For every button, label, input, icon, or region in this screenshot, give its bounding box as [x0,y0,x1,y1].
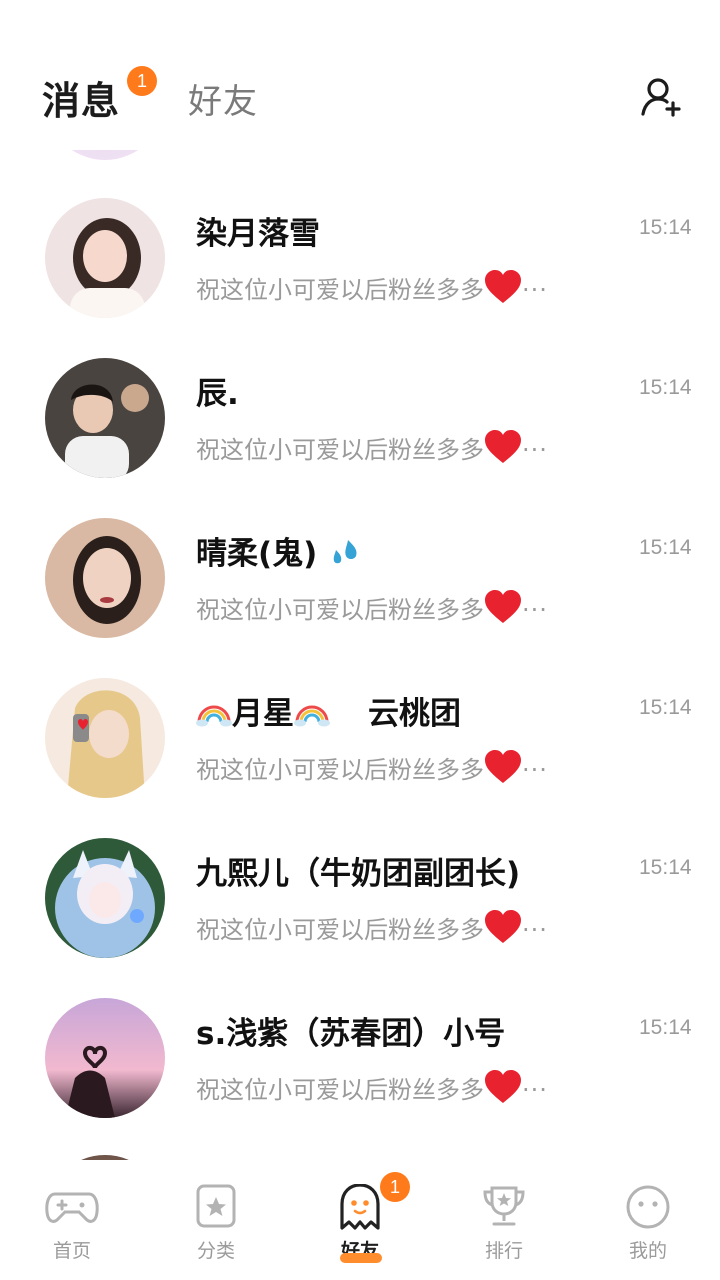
contact-name: 晴柔(鬼) [196,528,360,573]
message-time: 15:14 [639,216,692,239]
preview-ellipsis: ··· [522,436,548,464]
red-heart-icon [485,750,521,783]
nav-me[interactable]: 我的 [593,1184,703,1263]
ghost-icon [340,1184,380,1230]
avatar [45,998,165,1118]
message-time: 15:14 [639,536,692,559]
contact-name: 月星 云桃团 [196,688,461,733]
conversation-item[interactable]: s.浅紫（苏春团）小号 15:14 祝这位小可爱以后粉丝多多 ··· [0,950,720,1118]
message-time: 15:14 [639,1016,692,1039]
message-preview: 祝这位小可爱以后粉丝多多 ··· [196,910,548,945]
preview-ellipsis: ··· [522,276,548,304]
red-heart-icon [485,270,521,303]
contact-name: 辰. [196,376,239,412]
message-preview: 祝这位小可爱以后粉丝多多 ··· [196,1070,548,1105]
conversation-list[interactable]: 染月落雪 15:14 祝这位小可爱以后粉丝多多 ··· 辰. 15:14 祝这位小… [0,150,720,1160]
conversation-item[interactable]: 九熙儿（牛奶团副团长) 15:14 祝这位小可爱以后粉丝多多 ··· [0,790,720,958]
conversation-item[interactable]: 晴柔(鬼) 15:14 祝这位小可爱以后粉丝多多 ··· [0,470,720,638]
preview-ellipsis: ··· [522,916,548,944]
preview-text: 祝这位小可爱以后粉丝多多 [196,916,484,944]
conversation-item[interactable]: 辰. 15:14 祝这位小可爱以后粉丝多多 ··· [0,310,720,478]
tab-friends[interactable]: 好友 [188,74,258,123]
message-preview: 祝这位小可爱以后粉丝多多 ··· [196,270,548,305]
contact-name-text: 晴柔(鬼) [196,536,318,572]
preview-text: 祝这位小可爱以后粉丝多多 [196,756,484,784]
nav-category[interactable]: 分类 [161,1184,271,1263]
preview-text: 祝这位小可爱以后粉丝多多 [196,276,484,304]
rainbow-icon [294,705,330,727]
top-header: 消息 1 好友 [0,0,720,150]
avatar [45,838,165,958]
contact-name: 染月落雪 [196,216,320,252]
preview-ellipsis: ··· [522,756,548,784]
friends-unread-badge: 1 [380,1172,410,1202]
red-heart-icon [485,1070,521,1103]
add-user-icon[interactable] [640,76,682,118]
preview-ellipsis: ··· [522,1076,548,1104]
sweat-droplets-icon [333,540,357,564]
message-time: 15:14 [639,696,692,719]
nav-label: 我的 [628,1240,667,1262]
avatar [45,358,165,478]
message-time: 15:14 [639,376,692,399]
star-box-icon [196,1184,236,1228]
rainbow-icon [196,705,232,727]
nav-label: 首页 [52,1240,91,1262]
face-icon [626,1185,670,1229]
avatar [45,678,165,798]
gamepad-icon [45,1192,99,1223]
preview-text: 祝这位小可爱以后粉丝多多 [196,1076,484,1104]
tab-messages[interactable]: 消息 [42,70,120,125]
red-heart-icon [485,590,521,623]
nav-label: 排行 [484,1240,523,1262]
contact-name: 九熙儿（牛奶团副团长) [196,856,521,892]
active-tab-indicator [340,1253,382,1263]
nav-home[interactable]: 首页 [17,1184,127,1263]
contact-name: s.浅紫（苏春团）小号 [196,1016,506,1052]
conversation-item[interactable]: 染月落雪 15:14 祝这位小可爱以后粉丝多多 ··· [0,150,720,318]
preview-text: 祝这位小可爱以后粉丝多多 [196,596,484,624]
avatar [45,198,165,318]
message-preview: 祝这位小可爱以后粉丝多多 ··· [196,750,548,785]
message-time: 15:14 [639,856,692,879]
red-heart-icon [485,430,521,463]
contact-name-text: 月星 [232,696,294,732]
trophy-icon [483,1186,525,1226]
message-preview: 祝这位小可爱以后粉丝多多 ··· [196,430,548,465]
contact-group-text: 云桃团 [368,696,461,732]
preview-text: 祝这位小可爱以后粉丝多多 [196,436,484,464]
nav-ranking[interactable]: 排行 [449,1184,559,1263]
message-preview: 祝这位小可爱以后粉丝多多 ··· [196,590,548,625]
red-heart-icon [485,910,521,943]
nav-label: 分类 [196,1240,235,1262]
conversation-item[interactable]: 月星 云桃团 15:14 祝这位小可爱以后粉丝多多 ··· [0,630,720,798]
messages-unread-badge: 1 [127,66,157,96]
preview-ellipsis: ··· [522,596,548,624]
avatar [45,518,165,638]
